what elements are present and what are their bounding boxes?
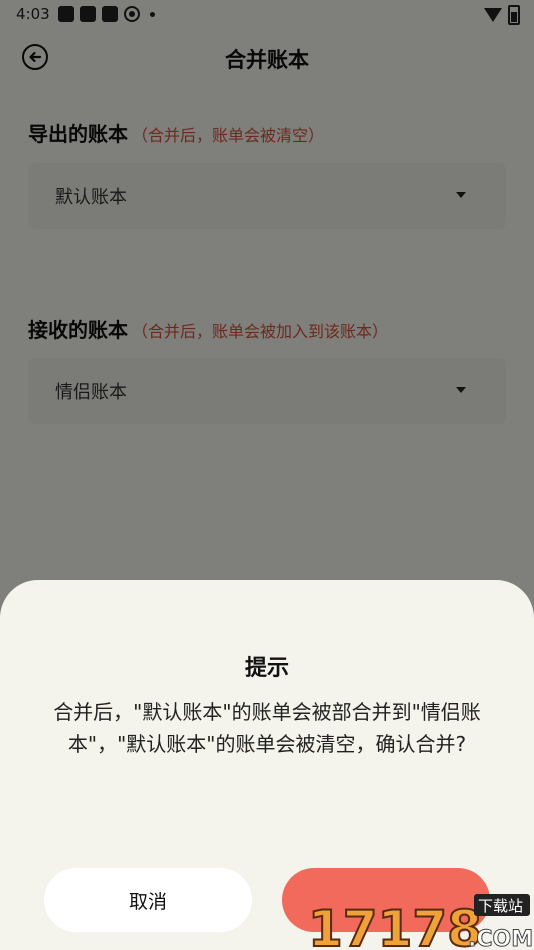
cancel-button[interactable]: 取消 (44, 868, 252, 932)
dialog-message: 合并后，"默认账本"的账单会被部合并到"情侣账本"，"默认账本"的账单会被清空，… (53, 700, 481, 756)
svg-text:下载站: 下载站 (478, 897, 523, 915)
svg-text:17178: 17178 (308, 900, 482, 950)
svg-text:.COM: .COM (468, 927, 533, 950)
dialog-title: 提示 (244, 656, 289, 681)
site-watermark-logo: 17178 下载站 .COM (308, 894, 534, 950)
